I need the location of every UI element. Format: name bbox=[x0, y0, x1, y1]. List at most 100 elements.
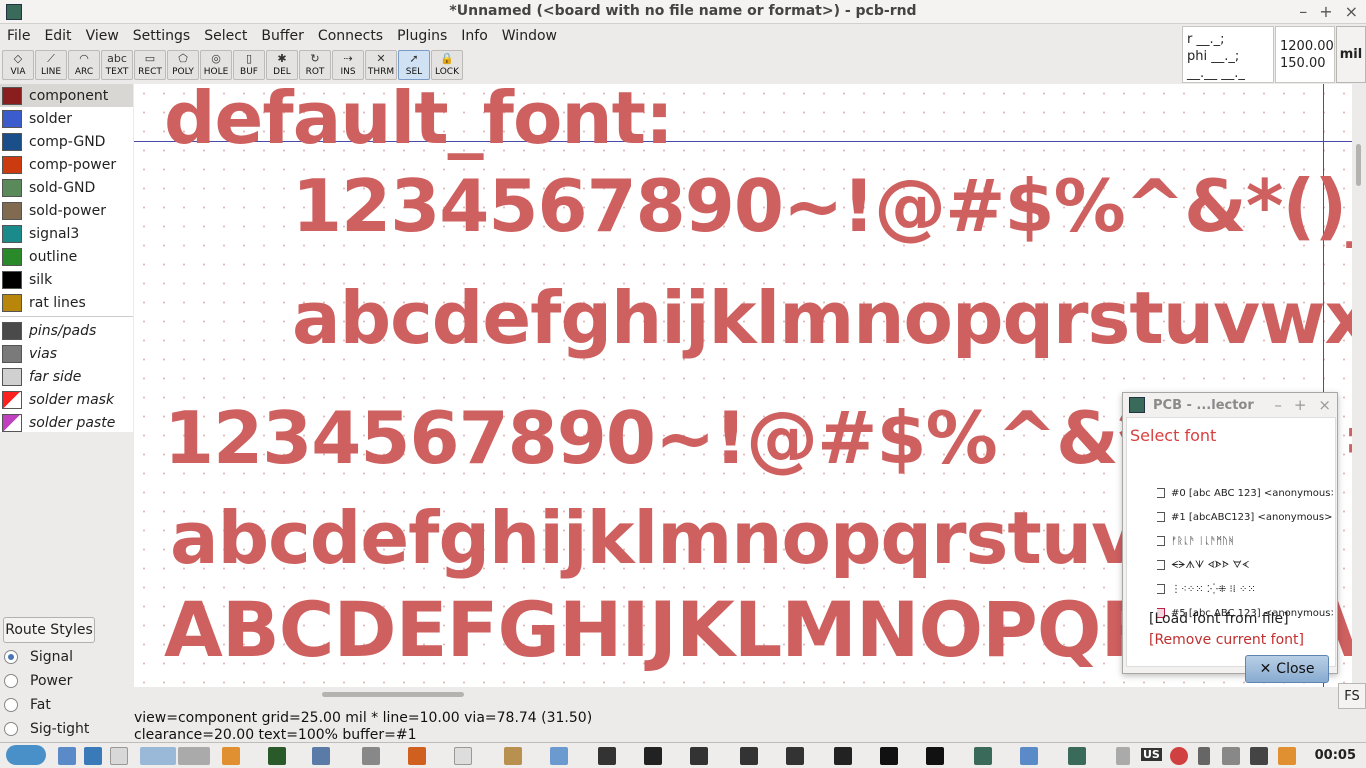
tool-lock-button[interactable]: 🔒 LOCK bbox=[431, 50, 463, 80]
horizontal-scroll-thumb[interactable] bbox=[322, 692, 464, 697]
layer-comp-power[interactable]: comp-power bbox=[0, 153, 133, 176]
layer-color-swatch[interactable] bbox=[2, 178, 22, 197]
volume-icon[interactable] bbox=[1116, 747, 1130, 765]
font-checkbox[interactable] bbox=[1157, 536, 1165, 546]
tool-hole-button[interactable]: ◎ HOLE bbox=[200, 50, 232, 80]
layer-color-swatch[interactable] bbox=[2, 247, 22, 266]
layer-far-side[interactable]: far side bbox=[0, 365, 133, 388]
start-menu-icon[interactable] bbox=[6, 745, 46, 765]
menu-select[interactable]: Select bbox=[197, 25, 254, 49]
layer-solder-paste[interactable]: solder paste bbox=[0, 411, 133, 434]
layer-color-swatch[interactable] bbox=[2, 86, 22, 105]
layer-silk[interactable]: silk bbox=[0, 268, 133, 291]
tool-poly-button[interactable]: ⬠ POLY bbox=[167, 50, 199, 80]
tool-ins-button[interactable]: ⇢ INS bbox=[332, 50, 364, 80]
app-icon-7[interactable] bbox=[740, 747, 758, 765]
tool-line-button[interactable]: ⟋ LINE bbox=[35, 50, 67, 80]
layer-component[interactable]: component bbox=[0, 84, 133, 107]
app-icon-3[interactable] bbox=[312, 747, 330, 765]
app-icon-4[interactable] bbox=[598, 747, 616, 765]
font-checkbox[interactable] bbox=[1157, 560, 1165, 570]
tex-icon[interactable] bbox=[362, 747, 380, 765]
menu-plugins[interactable]: Plugins bbox=[390, 25, 454, 49]
menu-connects[interactable]: Connects bbox=[311, 25, 390, 49]
app-icon-6[interactable] bbox=[690, 747, 708, 765]
alarm-clock-icon[interactable] bbox=[1170, 747, 1188, 765]
layer-color-swatch[interactable] bbox=[2, 109, 22, 128]
app-icon-10[interactable] bbox=[880, 747, 898, 765]
menu-edit[interactable]: Edit bbox=[37, 25, 78, 49]
font-option-0[interactable]: #0 [abc ABC 123] <anonymous> bbox=[1157, 484, 1333, 502]
clock[interactable]: 00:05 bbox=[1315, 748, 1356, 763]
layer-solder-mask[interactable]: solder mask bbox=[0, 388, 133, 411]
window-list-icon[interactable] bbox=[110, 747, 128, 765]
text-editor-icon[interactable] bbox=[454, 747, 472, 765]
vertical-scrollbar[interactable] bbox=[1352, 84, 1366, 687]
route-style-fat[interactable]: Fat bbox=[4, 694, 51, 716]
font-option-1[interactable]: #1 [abcABC123] <anonymous> bbox=[1157, 508, 1333, 526]
terminal-icon[interactable] bbox=[268, 747, 286, 765]
tool-app-icon[interactable] bbox=[222, 747, 240, 765]
layer-color-swatch[interactable] bbox=[2, 390, 22, 409]
remove-font-link[interactable]: [Remove current font] bbox=[1149, 632, 1304, 648]
keyboard-icon[interactable] bbox=[1222, 747, 1240, 765]
menu-info[interactable]: Info bbox=[454, 25, 495, 49]
tool-rect-button[interactable]: ▭ RECT bbox=[134, 50, 166, 80]
close-window-button[interactable]: × bbox=[1345, 2, 1358, 21]
layer-signal3[interactable]: signal3 bbox=[0, 222, 133, 245]
route-styles-button[interactable]: Route Styles bbox=[3, 617, 95, 643]
battery-icon[interactable] bbox=[1198, 747, 1210, 765]
layer-pins-pads[interactable]: pins/pads bbox=[0, 319, 133, 342]
dialog-minimize-button[interactable]: – bbox=[1274, 396, 1282, 414]
image-viewer-icon[interactable] bbox=[550, 747, 568, 765]
layer-sold-power[interactable]: sold-power bbox=[0, 199, 133, 222]
maximize-button[interactable]: + bbox=[1319, 2, 1332, 21]
tool-del-button[interactable]: ✱ DEL bbox=[266, 50, 298, 80]
layer-color-swatch[interactable] bbox=[2, 155, 22, 174]
archive-icon[interactable] bbox=[504, 747, 522, 765]
radio-button[interactable] bbox=[4, 698, 18, 712]
layer-color-swatch[interactable] bbox=[2, 344, 22, 363]
app-icon-11[interactable] bbox=[926, 747, 944, 765]
radio-button[interactable] bbox=[4, 650, 18, 664]
layer-color-swatch[interactable] bbox=[2, 413, 22, 432]
layer-comp-gnd[interactable]: comp-GND bbox=[0, 130, 133, 153]
layer-sold-gnd[interactable]: sold-GND bbox=[0, 176, 133, 199]
menu-settings[interactable]: Settings bbox=[126, 25, 197, 49]
font-checkbox[interactable] bbox=[1157, 512, 1165, 522]
radio-button[interactable] bbox=[4, 674, 18, 688]
fullscreen-button[interactable]: FS bbox=[1338, 683, 1366, 709]
layer-color-swatch[interactable] bbox=[2, 293, 22, 312]
tool-rot-button[interactable]: ↻ ROT bbox=[299, 50, 331, 80]
minimize-button[interactable]: – bbox=[1299, 2, 1307, 21]
file-manager-icon[interactable] bbox=[58, 747, 76, 765]
pcb-rnd-task-icon-2[interactable] bbox=[1068, 747, 1086, 765]
font-option-3[interactable]: ᗕᗒᗑᗐ ᗏᗍᗌ ᗊᗉ bbox=[1157, 556, 1333, 574]
font-checkbox[interactable] bbox=[1157, 488, 1165, 498]
unit-toggle-button[interactable]: mil bbox=[1336, 26, 1366, 83]
font-option-4[interactable]: ⋮⁖⁘⁙ ⁚⁛⁜ ⁝⁞ ⁘⁙ bbox=[1157, 580, 1333, 598]
dialog-close-button[interactable]: ✕ Close bbox=[1245, 655, 1329, 683]
menu-window[interactable]: Window bbox=[495, 25, 564, 49]
layer-color-swatch[interactable] bbox=[2, 224, 22, 243]
load-font-link[interactable]: [Load font from file] bbox=[1149, 611, 1289, 627]
layer-outline[interactable]: outline bbox=[0, 245, 133, 268]
app-icon-8[interactable] bbox=[786, 747, 804, 765]
tool-thrm-button[interactable]: ✕ THRM bbox=[365, 50, 397, 80]
dialog-maximize-button[interactable]: + bbox=[1294, 396, 1307, 414]
layer-color-swatch[interactable] bbox=[2, 270, 22, 289]
pcb-rnd-task-icon[interactable] bbox=[974, 747, 992, 765]
layer-color-swatch[interactable] bbox=[2, 201, 22, 220]
tool-text-button[interactable]: abc TEXT bbox=[101, 50, 133, 80]
font-option-2[interactable]: ᚠᚱᚳᚫ ᛁᚳᚫᛗᚢᚻ bbox=[1157, 532, 1333, 550]
tool-sel-button[interactable]: ➚ SEL bbox=[398, 50, 430, 80]
font-checkbox[interactable] bbox=[1157, 584, 1165, 594]
layer-solder[interactable]: solder bbox=[0, 107, 133, 130]
settings-icon[interactable] bbox=[84, 747, 102, 765]
horizontal-scrollbar[interactable] bbox=[134, 687, 1352, 701]
window-task-icon[interactable] bbox=[1020, 747, 1038, 765]
route-style-power[interactable]: Power bbox=[4, 670, 72, 692]
tool-arc-button[interactable]: ◠ ARC bbox=[68, 50, 100, 80]
network-signal-icon[interactable] bbox=[1250, 747, 1268, 765]
workspace-2-icon[interactable] bbox=[178, 747, 210, 765]
